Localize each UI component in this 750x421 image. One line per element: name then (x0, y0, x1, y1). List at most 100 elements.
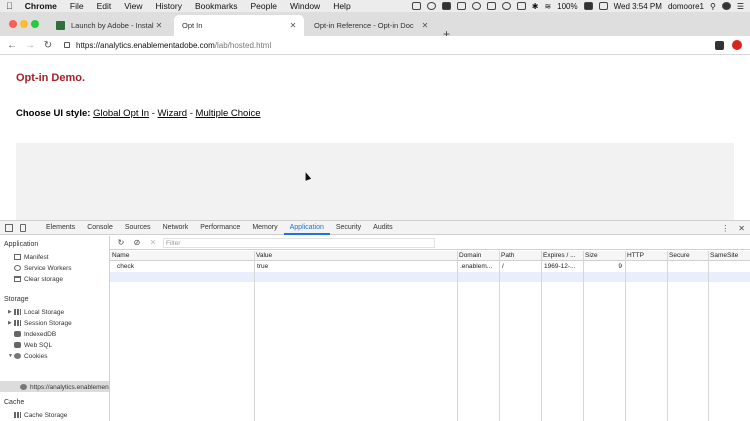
zoom-window-button[interactable] (31, 20, 39, 28)
close-tab-icon[interactable]: ✕ (420, 21, 430, 30)
column-divider[interactable] (583, 251, 584, 421)
column-header-value[interactable]: Value (254, 251, 457, 261)
tab-opt-in[interactable]: Opt In ✕ (174, 15, 304, 80)
device-toolbar-icon[interactable] (20, 223, 26, 232)
close-tab-icon[interactable]: ✕ (288, 21, 298, 30)
clear-all-icon[interactable]: ⊘ (132, 238, 142, 247)
minimize-window-button[interactable] (20, 20, 28, 28)
multiple-choice-link[interactable]: Multiple Choice (196, 108, 261, 119)
menu-history[interactable]: History (156, 1, 182, 11)
menu-bookmarks[interactable]: Bookmarks (195, 1, 238, 11)
column-divider[interactable] (254, 251, 255, 421)
column-header-domain[interactable]: Domain (457, 251, 499, 261)
menu-file[interactable]: File (70, 1, 84, 11)
tab-sources[interactable]: Sources (119, 221, 157, 235)
lock-icon[interactable] (64, 42, 70, 48)
sidebar-item-indexeddb[interactable]: IndexedDB (14, 329, 56, 339)
sidebar-item-web-sql[interactable]: Web SQL (14, 340, 52, 350)
sidebar-item-cookies[interactable]: ▼ Cookies (8, 351, 47, 361)
status-app-icon[interactable] (456, 2, 466, 10)
tab-security[interactable]: Security (330, 221, 367, 235)
reload-button[interactable]: ↻ (42, 40, 54, 51)
clock-text[interactable]: Wed 3:54 PM (614, 2, 662, 11)
column-divider[interactable] (499, 251, 500, 421)
column-divider[interactable] (708, 251, 709, 421)
cookie-path-cell[interactable]: / (500, 262, 541, 272)
notification-center-icon[interactable]: ☰ (737, 2, 744, 11)
close-devtools-icon[interactable]: ✕ (738, 224, 745, 233)
tab-audits[interactable]: Audits (367, 221, 398, 235)
column-header-size[interactable]: Size (583, 251, 625, 261)
display-icon[interactable] (516, 2, 526, 10)
filter-input[interactable]: Filter (163, 237, 435, 248)
extension-icon[interactable] (715, 40, 724, 50)
refresh-icon[interactable]: ↻ (116, 238, 126, 247)
tab-console[interactable]: Console (81, 221, 119, 235)
cookie-secure-cell[interactable] (668, 262, 708, 272)
wizard-link[interactable]: Wizard (158, 108, 188, 119)
more-options-icon[interactable]: ⋮ (721, 224, 729, 233)
address-bar[interactable]: https://analytics.enablementadobe.com/la… (76, 41, 271, 50)
cookie-value-cell[interactable]: true (255, 262, 457, 272)
bluetooth-icon[interactable]: ✱ (532, 2, 539, 11)
column-divider[interactable] (457, 251, 458, 421)
global-opt-in-link[interactable]: Global Opt In (93, 108, 149, 119)
sidebar-item-manifest[interactable]: Manifest (14, 252, 49, 262)
adobe-extension-icon[interactable] (732, 40, 742, 50)
status-app-icon[interactable] (471, 2, 481, 10)
wifi-icon[interactable]: ≋ (544, 2, 551, 11)
menu-window[interactable]: Window (290, 1, 320, 11)
menu-view[interactable]: View (124, 1, 142, 11)
tab-memory[interactable]: Memory (246, 221, 283, 235)
cookie-name-cell[interactable]: check (115, 262, 254, 272)
sidebar-item-local-storage[interactable]: ▶ Local Storage (8, 307, 64, 317)
sidebar-item-cookie-origin[interactable]: https://analytics.enablemen (20, 382, 109, 392)
cookie-domain-cell[interactable]: .enablem... (458, 262, 499, 272)
column-header-http[interactable]: HTTP (625, 251, 667, 261)
status-app-icon[interactable] (411, 2, 421, 10)
status-app-icon[interactable] (486, 2, 496, 10)
status-app-icon[interactable] (441, 2, 451, 10)
tab-application[interactable]: Application (283, 221, 330, 235)
menu-help[interactable]: Help (333, 1, 350, 11)
column-header-secure[interactable]: Secure (667, 251, 708, 261)
column-divider[interactable] (625, 251, 626, 421)
user-name[interactable]: domoore1 (668, 2, 704, 11)
column-divider[interactable] (541, 251, 542, 421)
apple-menu-icon[interactable]:  (6, 1, 13, 11)
column-divider[interactable] (667, 251, 668, 421)
sidebar-item-cache-storage[interactable]: Cache Storage (14, 410, 67, 420)
clock-icon[interactable] (501, 2, 511, 10)
column-header-path[interactable]: Path (499, 251, 541, 261)
cookie-samesite-cell[interactable] (709, 262, 750, 272)
cookie-http-cell[interactable] (626, 262, 667, 272)
column-header-name[interactable]: Name (110, 251, 254, 261)
tab-launch-by-adobe[interactable]: Launch by Adobe - Install Exte ✕ (48, 15, 170, 36)
column-header-samesite[interactable]: SameSite (708, 251, 750, 261)
tab-performance[interactable]: Performance (194, 221, 246, 235)
tab-network[interactable]: Network (157, 221, 195, 235)
column-header-expires[interactable]: Expires / ... (541, 251, 583, 261)
inspect-element-icon[interactable] (5, 223, 13, 232)
siri-icon[interactable] (721, 2, 731, 10)
menu-people[interactable]: People (250, 1, 276, 11)
status-app-icon[interactable] (426, 2, 436, 10)
menu-app-name[interactable]: Chrome (25, 1, 57, 11)
forward-button[interactable]: → (24, 40, 36, 51)
flag-icon[interactable] (598, 2, 608, 10)
menu-edit[interactable]: Edit (97, 1, 112, 11)
cookie-size-cell[interactable]: 9 (583, 262, 625, 272)
delete-selected-icon[interactable]: ✕ (148, 238, 158, 247)
back-button[interactable]: ← (6, 40, 18, 51)
search-icon[interactable]: ⚲ (710, 2, 716, 11)
tab-elements[interactable]: Elements (40, 221, 81, 235)
close-window-button[interactable] (9, 20, 17, 28)
sidebar-item-clear-storage[interactable]: Clear storage (14, 274, 63, 284)
sidebar-item-session-storage[interactable]: ▶ Session Storage (8, 318, 72, 328)
close-tab-icon[interactable]: ✕ (154, 21, 164, 30)
empty-selected-row[interactable] (110, 272, 750, 282)
sidebar-item-service-workers[interactable]: Service Workers (14, 263, 72, 273)
tab-opt-in-reference[interactable]: Opt-in Reference - Opt-in Doc ✕ (306, 15, 436, 80)
cookie-expires-cell[interactable]: 1969-12-... (542, 262, 583, 272)
battery-icon[interactable] (583, 2, 593, 10)
